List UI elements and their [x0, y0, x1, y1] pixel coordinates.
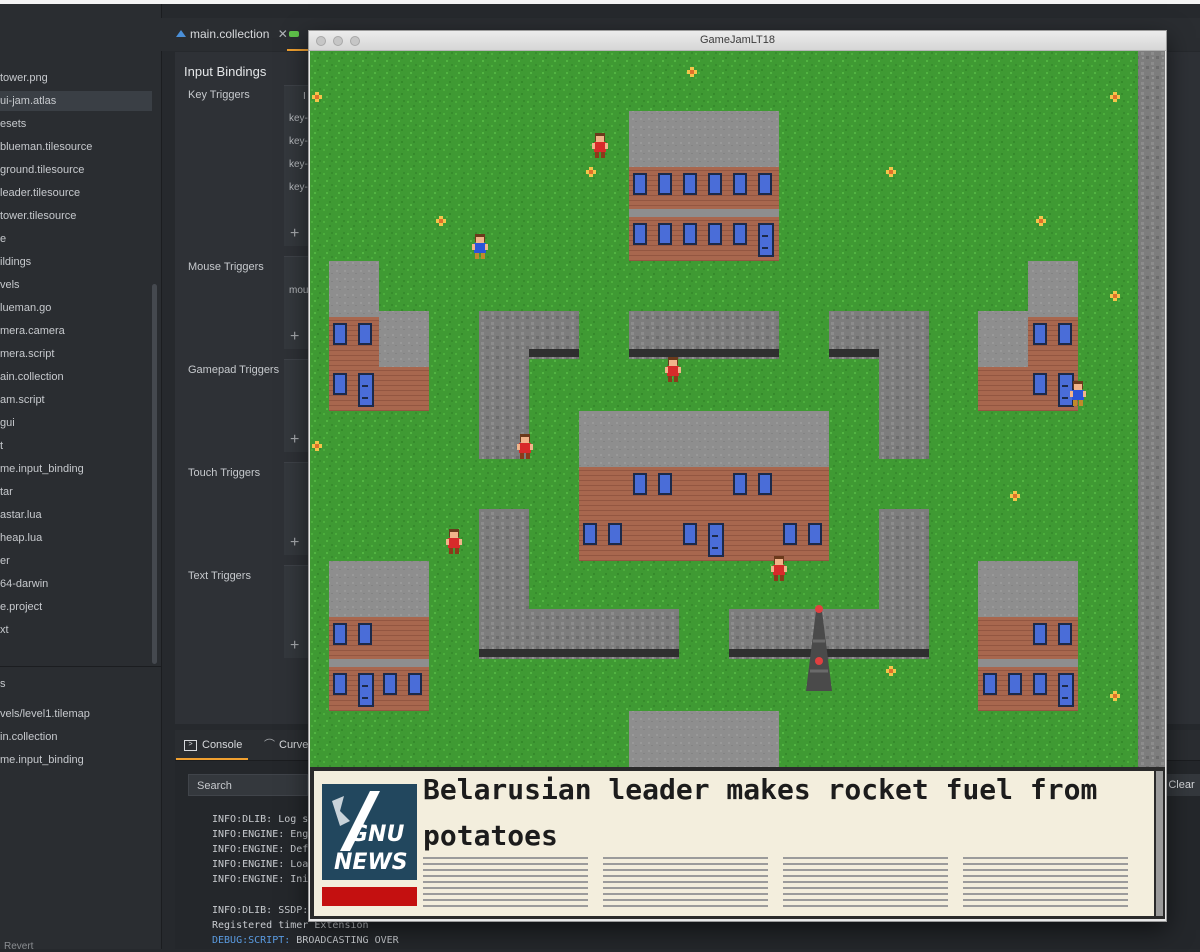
- page-title: Input Bindings: [184, 64, 267, 79]
- building-center: [579, 411, 829, 561]
- open-file-item[interactable]: me.input_binding: [0, 750, 84, 770]
- console-search-input[interactable]: Search: [188, 774, 308, 796]
- log-line: INFO:DLIB: SSDP:: [212, 905, 309, 916]
- tree-item[interactable]: e: [0, 229, 6, 249]
- collection-icon: [176, 30, 186, 37]
- mouse-trigger-row[interactable]: mou: [289, 285, 308, 296]
- open-files-header: s: [0, 678, 6, 690]
- news-headline-line2: potatoes: [423, 819, 558, 852]
- game-window-title: GameJamLT18: [700, 34, 775, 46]
- tree-item[interactable]: tower.tilesource: [0, 206, 76, 226]
- building-bottom-left: [329, 561, 429, 711]
- building-top: [629, 111, 779, 261]
- tab-label: Curve: [279, 739, 309, 751]
- game-window[interactable]: GameJamLT18 GNU NEWS Belarusian leader m…: [308, 30, 1167, 922]
- tree-item[interactable]: er: [0, 551, 10, 571]
- tree-item[interactable]: esets: [0, 114, 26, 134]
- log-line-debug: DEBUG:SCRIPT: BROADCASTING OVER: [212, 935, 399, 946]
- open-file-item[interactable]: vels/level1.tilemap: [0, 704, 90, 724]
- close-icon[interactable]: ✕: [278, 27, 288, 41]
- game-canvas[interactable]: GNU NEWS Belarusian leader makes rocket …: [310, 51, 1165, 919]
- stone-wall-right: [1138, 51, 1165, 771]
- tree-item[interactable]: e.project: [0, 597, 42, 617]
- tree-item[interactable]: blueman.tilesource: [0, 137, 92, 157]
- key-triggers-label: Key Triggers: [188, 89, 250, 101]
- gnu-news-logo: GNU NEWS: [322, 784, 417, 906]
- building-bottom-center-roof: [629, 711, 779, 771]
- mouse-triggers-label: Mouse Triggers: [188, 261, 264, 273]
- sidebar-divider: [0, 666, 161, 667]
- open-file-item[interactable]: in.collection: [0, 727, 57, 747]
- curve-icon: ⌒: [264, 739, 275, 751]
- tree-item[interactable]: am.script: [0, 390, 45, 410]
- news-headline-line1: Belarusian leader makes rocket fuel from: [423, 773, 1097, 806]
- gamepad-triggers-label: Gamepad Triggers: [188, 364, 280, 376]
- log-line: INFO:ENGINE: Ini: [212, 874, 309, 885]
- tree-item[interactable]: heap.lua: [0, 528, 42, 548]
- clear-button[interactable]: Clear: [1163, 774, 1200, 796]
- terminal-icon: >: [184, 739, 197, 751]
- key-trigger-row[interactable]: key-: [289, 159, 308, 170]
- add-key-trigger-button[interactable]: +: [290, 226, 299, 242]
- debug-prefix: DEBUG:SCRIPT:: [212, 935, 291, 946]
- tree-item[interactable]: ain.collection: [0, 367, 64, 387]
- news-banner: GNU NEWS Belarusian leader makes rocket …: [310, 767, 1165, 919]
- tree-item[interactable]: 64-darwin: [0, 574, 48, 594]
- tree-item[interactable]: me.input_binding: [0, 459, 84, 479]
- add-text-trigger-button[interactable]: +: [290, 638, 299, 654]
- tree-item[interactable]: astar.lua: [0, 505, 42, 525]
- debug-text: BROADCASTING OVER: [290, 935, 399, 946]
- top-window-edge: [0, 0, 1200, 4]
- logo-text-news: NEWS: [334, 850, 408, 875]
- add-mouse-trigger-button[interactable]: +: [290, 329, 299, 345]
- add-touch-trigger-button[interactable]: +: [290, 535, 299, 551]
- log-line: INFO:ENGINE: Def: [212, 844, 309, 855]
- log-line: INFO:DLIB: Log s: [212, 814, 309, 825]
- revert-button[interactable]: Revert: [4, 941, 33, 952]
- tree-item[interactable]: tower.png: [0, 68, 48, 88]
- tree-item[interactable]: ground.tilesource: [0, 160, 84, 180]
- tab-input-binding[interactable]: [289, 18, 303, 51]
- active-tab-indicator: [176, 758, 248, 760]
- log-line: INFO:ENGINE: Loa: [212, 859, 309, 870]
- tree-item[interactable]: tar: [0, 482, 13, 502]
- key-trigger-row[interactable]: key-: [289, 113, 308, 124]
- tree-item[interactable]: vels: [0, 275, 20, 295]
- tree-item[interactable]: lueman.go: [0, 298, 51, 318]
- tree-item[interactable]: ui-jam.atlas: [0, 91, 152, 111]
- column-header: I: [303, 91, 306, 102]
- tab-curve[interactable]: ⌒ Curve: [264, 730, 308, 760]
- add-gamepad-trigger-button[interactable]: +: [290, 432, 299, 448]
- logo-text-gnu: GNU: [350, 822, 404, 847]
- building-bottom-right: [978, 561, 1078, 711]
- game-window-titlebar[interactable]: GameJamLT18: [309, 31, 1166, 51]
- project-tree: tower.png ui-jam.atlas esets blueman.tileso…: [0, 4, 162, 952]
- log-line: INFO:ENGINE: Eng: [212, 829, 309, 840]
- tab-main-collection[interactable]: main.collection ✕: [176, 18, 288, 51]
- tree-item[interactable]: mera.script: [0, 344, 54, 364]
- tab-console[interactable]: > Console: [184, 730, 242, 760]
- tree-item[interactable]: xt: [0, 620, 9, 640]
- tab-label: main.collection: [190, 27, 270, 41]
- tree-item[interactable]: ildings: [0, 252, 31, 272]
- tree-item[interactable]: mera.camera: [0, 321, 65, 341]
- tab-label: Console: [202, 739, 243, 751]
- key-trigger-row[interactable]: key-: [289, 136, 308, 147]
- tree-item[interactable]: leader.tilesource: [0, 183, 80, 203]
- input-binding-icon: [289, 31, 299, 37]
- tree-item[interactable]: gui: [0, 413, 15, 433]
- touch-triggers-label: Touch Triggers: [188, 467, 261, 479]
- tree-item[interactable]: t: [0, 436, 3, 456]
- key-trigger-row[interactable]: key-: [289, 182, 308, 193]
- text-triggers-label: Text Triggers: [188, 570, 251, 582]
- sidebar-scrollbar[interactable]: [152, 284, 157, 664]
